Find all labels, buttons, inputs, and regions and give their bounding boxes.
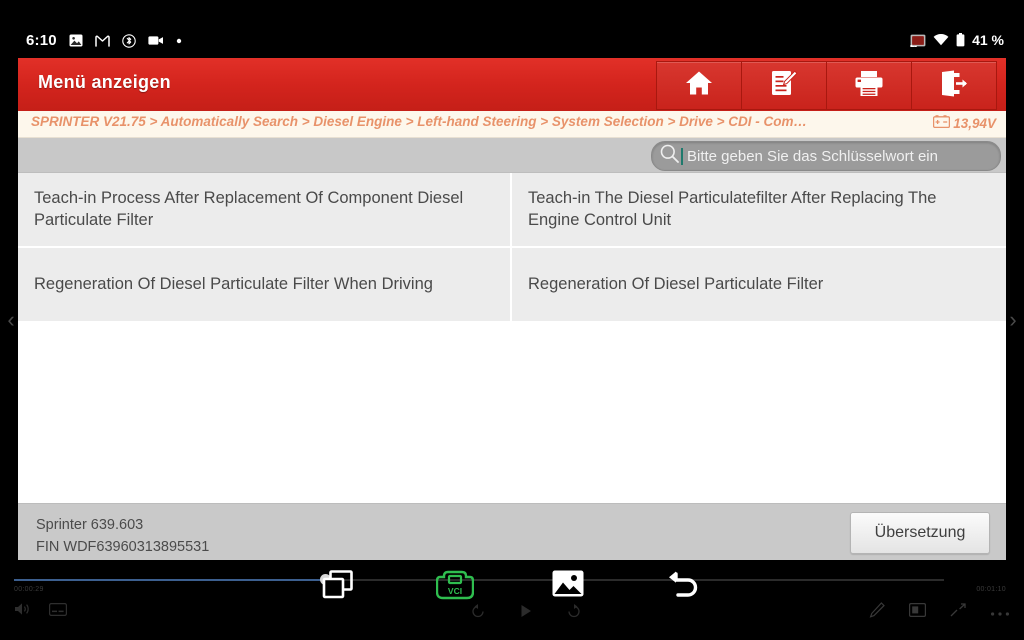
header-toolbar xyxy=(656,61,997,110)
battery-icon xyxy=(956,33,965,47)
menu-item-label: Regeneration Of Diesel Particulate Filte… xyxy=(34,274,433,293)
printer-icon xyxy=(854,70,884,102)
menu-item[interactable]: Regeneration Of Diesel Particulate Filte… xyxy=(512,248,1006,323)
menu-item[interactable]: Teach-in Process After Replacement Of Co… xyxy=(18,173,512,248)
notes-button[interactable] xyxy=(741,61,826,110)
battery-percent: 41 % xyxy=(972,32,1004,48)
android-status-bar: 6:10 41 % xyxy=(0,0,1024,58)
back-arrow-icon xyxy=(666,570,700,603)
status-bar-left: 6:10 xyxy=(26,32,182,49)
voltage-value: 13,94V xyxy=(953,115,996,131)
vehicle-info: Sprinter 639.603 FIN WDF63960313895531 xyxy=(36,514,209,559)
screen-record-icon xyxy=(148,35,164,46)
edit-note-icon xyxy=(770,69,798,102)
navigation-buttons: VCI xyxy=(0,560,1024,612)
breadcrumb-path[interactable]: SPRINTER V21.75 > Automatically Search >… xyxy=(31,114,807,129)
menu-item[interactable]: Regeneration Of Diesel Particulate Filte… xyxy=(18,248,512,323)
print-button[interactable] xyxy=(826,61,911,110)
cast-icon xyxy=(910,34,926,48)
app-footer: Sprinter 639.603 FIN WDF63960313895531 Ü… xyxy=(18,503,1006,560)
back-button[interactable] xyxy=(666,570,700,603)
vci-status-button[interactable]: VCI xyxy=(435,570,475,605)
car-battery-icon xyxy=(933,115,951,131)
screen: 6:10 41 % Menü anzeigen SPRINTER V21.75 … xyxy=(0,0,1024,640)
gallery-button[interactable] xyxy=(552,570,584,602)
text-caret xyxy=(681,147,683,165)
gmail-icon xyxy=(95,34,110,47)
search-placeholder: Bitte geben Sie das Schlüsselwort ein xyxy=(687,147,938,165)
vehicle-model: Sprinter 639.603 xyxy=(36,517,144,533)
recents-icon xyxy=(322,570,354,605)
search-icon xyxy=(660,144,679,168)
home-button[interactable] xyxy=(656,61,741,110)
system-nav-bar: 00:00:29 00:01:10 VCI xyxy=(0,560,1024,640)
menu-list: Teach-in Process After Replacement Of Co… xyxy=(18,173,1006,499)
breadcrumb: SPRINTER V21.75 > Automatically Search >… xyxy=(18,111,1006,138)
search-bar: Bitte geben Sie das Schlüsselwort ein xyxy=(18,138,1006,173)
menu-item-label: Teach-in The Diesel Particulatefilter Af… xyxy=(528,189,937,229)
panel-next-chevron[interactable]: › xyxy=(1004,306,1022,334)
home-icon xyxy=(685,70,713,101)
status-bar-right: 41 % xyxy=(910,32,1004,48)
clock: 6:10 xyxy=(26,32,57,49)
menu-item-label: Regeneration Of Diesel Particulate Filte… xyxy=(528,274,824,293)
app-header: Menü anzeigen xyxy=(18,58,1006,111)
menu-grid: Teach-in Process After Replacement Of Co… xyxy=(18,173,1006,323)
wifi-icon xyxy=(933,34,949,46)
battery-voltage: 13,94V xyxy=(933,115,996,131)
dot-icon xyxy=(176,38,182,44)
vehicle-vin: FIN WDF63960313895531 xyxy=(36,539,210,556)
vci-icon: VCI xyxy=(435,570,475,605)
menu-item-label: Teach-in Process After Replacement Of Co… xyxy=(34,189,464,229)
exit-button[interactable] xyxy=(911,61,997,110)
recents-button[interactable] xyxy=(322,570,354,605)
svg-text:VCI: VCI xyxy=(448,586,462,596)
page-title: Menü anzeigen xyxy=(38,72,171,92)
bluetooth-icon xyxy=(122,33,136,48)
menu-item[interactable]: Teach-in The Diesel Particulatefilter Af… xyxy=(512,173,1006,248)
panel-prev-chevron[interactable]: ‹ xyxy=(2,306,20,334)
search-input[interactable]: Bitte geben Sie das Schlüsselwort ein xyxy=(651,141,1001,171)
diagnostic-app-window: Menü anzeigen SPRINTER V21.75 > Automati… xyxy=(18,58,1006,560)
translate-button[interactable]: Übersetzung xyxy=(850,512,990,554)
screenshot-icon xyxy=(69,34,83,47)
image-icon xyxy=(552,570,584,602)
exit-icon xyxy=(940,70,968,102)
